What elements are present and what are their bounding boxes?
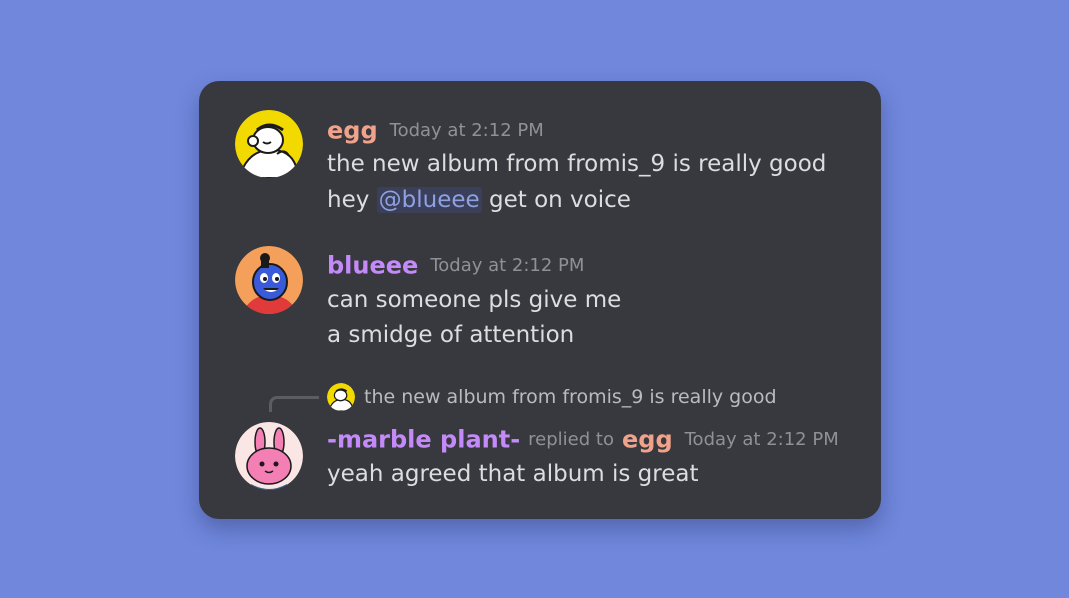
page-background: egg Today at 2:12 PM the new album from f… — [0, 0, 1069, 598]
message-text-line: yeah agreed that album is great — [327, 461, 699, 487]
egg-header: egg Today at 2:12 PM — [327, 115, 544, 146]
message-timestamp: Today at 2:12 PM — [389, 119, 544, 141]
reply-connector — [269, 396, 319, 412]
chat-card: egg Today at 2:12 PM the new album from f… — [199, 81, 881, 519]
replied-to-username-egg[interactable]: egg — [622, 426, 673, 454]
message-text-line: can someone pls give me — [327, 287, 622, 313]
marble-plant-avatar-icon[interactable] — [235, 422, 303, 490]
replied-to-label: replied to — [528, 428, 614, 450]
blueee-header: blueee Today at 2:12 PM — [327, 250, 584, 281]
message-text-line: hey @blueee get on voice — [327, 184, 631, 216]
reply-preview-text: the new album from fromis_9 is really go… — [364, 386, 777, 408]
reply-preview[interactable]: the new album from fromis_9 is really go… — [327, 381, 777, 413]
marble-plant-header: -marble plant-replied to egg Today at 2:12… — [327, 424, 839, 455]
message-text-line: a smidge of attention — [327, 322, 575, 348]
message-text: get on voice — [489, 187, 631, 213]
mention-blueee[interactable]: @blueee — [376, 187, 482, 213]
username-marble-plant[interactable]: -marble plant- — [327, 426, 520, 454]
blueee-avatar-icon[interactable] — [235, 246, 303, 314]
message-text-line: the new album from fromis_9 is really go… — [327, 151, 827, 177]
message-text: hey — [327, 187, 370, 213]
message-timestamp: Today at 2:12 PM — [684, 428, 839, 450]
egg-avatar-icon[interactable] — [235, 110, 303, 178]
username-blueee[interactable]: blueee — [327, 252, 418, 280]
egg-avatar-small-icon — [327, 383, 355, 411]
message-timestamp: Today at 2:12 PM — [430, 254, 585, 276]
username-egg[interactable]: egg — [327, 117, 378, 145]
